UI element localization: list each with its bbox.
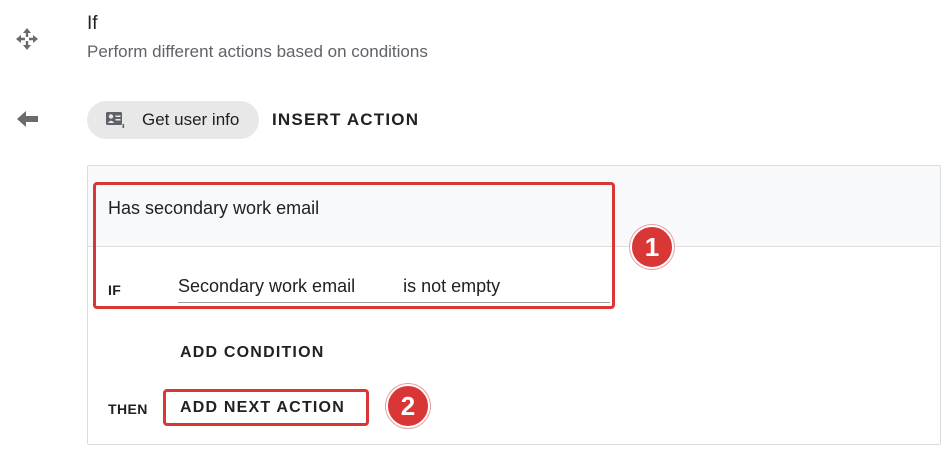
chip-label: Get user info <box>142 110 240 129</box>
step-title: If <box>87 13 98 34</box>
previous-action-chip[interactable]: Get user info <box>87 101 259 139</box>
highlight-box-1 <box>93 182 615 309</box>
arrow-left-icon[interactable] <box>17 110 39 128</box>
add-condition-button[interactable]: ADD CONDITION <box>180 344 324 362</box>
annotation-marker-2: 2 <box>386 384 430 428</box>
then-label: THEN <box>108 401 148 417</box>
branch-arrows-icon <box>16 28 38 50</box>
insert-action-button[interactable]: INSERT ACTION <box>272 110 419 130</box>
step-subtitle: Perform different actions based on condi… <box>87 42 428 61</box>
annotation-marker-1: 1 <box>630 225 674 269</box>
contact-card-icon <box>106 112 125 128</box>
highlight-box-2 <box>163 389 369 426</box>
workflow-step-page: If Perform different actions based on co… <box>0 0 948 451</box>
